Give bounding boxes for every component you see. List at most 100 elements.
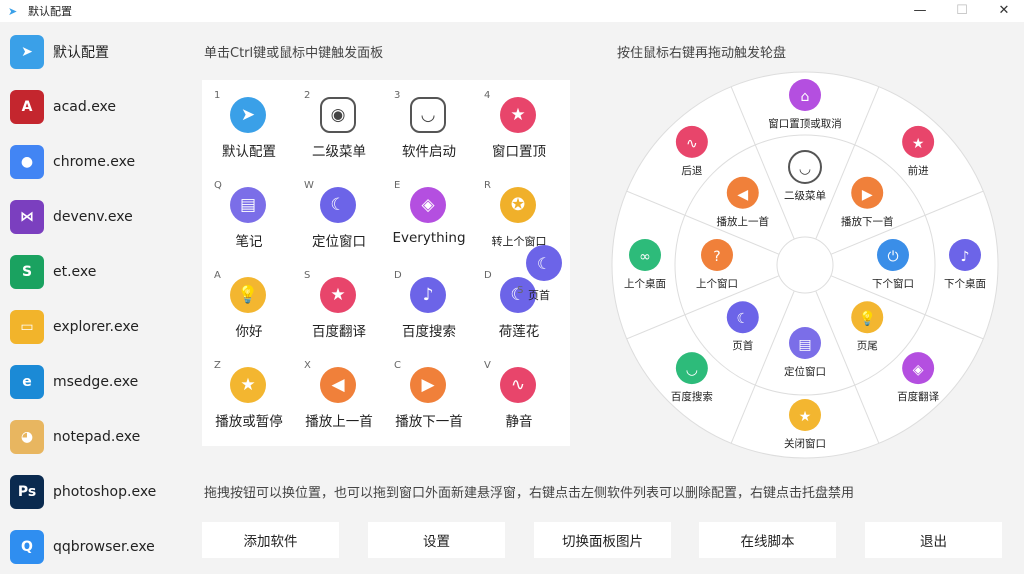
drag-ghost[interactable]: ☾ S 页首	[517, 245, 570, 305]
window-title: 默认配置	[28, 5, 72, 18]
sidebar-item[interactable]: ▭ explorer.exe	[0, 299, 175, 354]
wheel-item-label: 下个桌面	[944, 277, 986, 290]
shortcut-button[interactable]: W ☾ 定位窗口	[292, 170, 382, 260]
shortcut-panel: V ∿ 静音 C ▶ 播放下一首 X ◀ 播放上一首 Z ★ 播放或暂停 D ☾ 荷莲花…	[202, 80, 570, 446]
wheel-center	[776, 236, 834, 294]
shortcut-key: Z	[214, 360, 221, 371]
footer-hint: 拖拽按钮可以换位置，也可以拖到窗口外面新建悬浮窗，右键点击左侧软件列表可以删除配…	[204, 486, 855, 501]
shortcut-button[interactable]: D ♪ 百度搜索	[382, 260, 472, 350]
shortcut-button[interactable]: 4 ★ 窗口置顶	[472, 80, 562, 170]
shortcut-label: 播放或暂停	[215, 414, 283, 430]
close-button[interactable]: ✕	[984, 0, 1024, 22]
pin-badge-icon: ★	[500, 97, 536, 133]
shortcut-label: 定位窗口	[312, 234, 366, 250]
shortcut-label: 百度搜索	[402, 324, 456, 340]
wheel-item-label: 窗口置顶或取消	[768, 117, 842, 130]
paper-plane-icon: ➤	[230, 97, 266, 133]
power-icon-glyph: ⏻	[887, 249, 898, 265]
shortcut-button[interactable]: 2 ◉ 二级菜单	[292, 80, 382, 170]
sidebar-item[interactable]: Ps photoshop.exe	[0, 464, 175, 519]
shortcut-key: A	[214, 270, 221, 281]
shortcut-button[interactable]: S ★ 百度翻译	[292, 260, 382, 350]
drag-ghost-key: S	[517, 285, 524, 296]
moon-icon: ☾	[320, 187, 356, 223]
moon-icon: ☾	[526, 245, 562, 281]
wheel-hint: 按住鼠标右键再拖动触发轮盘	[617, 46, 787, 61]
qqbrowser-icon: Q	[10, 529, 44, 564]
shortcut-label: Everything	[392, 230, 466, 246]
wheel-item-label: 定位窗口	[784, 365, 826, 378]
link-icon-glyph: ∞	[639, 249, 651, 265]
software-list: ➤ 默认配置 Aacad.exe ● chrome.exe ⋈ devenv.exe Set.…	[0, 24, 175, 570]
shortcut-label: 软件启动	[402, 144, 456, 160]
shortcut-key: V	[484, 360, 491, 371]
shortcut-key: Q	[214, 180, 222, 191]
shortcut-button[interactable]: E ◈ Everything	[382, 170, 472, 260]
star-icon: ★	[230, 367, 266, 403]
edge-icon: e	[10, 364, 44, 399]
previous-icon: ◀	[320, 367, 356, 403]
sidebar-item[interactable]: ◕ notepad.exe	[0, 409, 175, 464]
previous-icon-glyph: ◀	[737, 187, 748, 203]
shortcut-button[interactable]: X ◀ 播放上一首	[292, 350, 382, 440]
wheel-item-label: 页尾	[857, 340, 878, 352]
shortcut-button[interactable]: 3 ◡ 软件启动	[382, 80, 472, 170]
shortcut-button[interactable]: C ▶ 播放下一首	[382, 350, 472, 440]
shortcut-button[interactable]: Z ★ 播放或暂停	[202, 350, 292, 440]
sidebar-item-label: et.exe	[53, 263, 97, 280]
sidebar-item[interactable]: ⋈ devenv.exe	[0, 189, 175, 244]
question-icon-glyph: ?	[713, 249, 720, 265]
shortcut-label: 播放下一首	[395, 414, 463, 430]
shortcut-key: W	[304, 180, 314, 191]
app-icon: ➤	[8, 4, 18, 18]
sidebar-item[interactable]: e msedge.exe	[0, 354, 175, 409]
sidebar-item-label: photoshop.exe	[53, 483, 157, 500]
shortcut-label: 默认配置	[222, 144, 276, 160]
panel-hint: 单击Ctrl键或鼠标中键触发面板	[204, 46, 384, 61]
drag-ghost-label: 页首	[528, 289, 550, 302]
sidebar-item[interactable]: ➤ 默认配置	[0, 24, 175, 79]
chrome-icon: ●	[10, 144, 44, 179]
footer-button[interactable]: 在线脚本	[699, 522, 836, 558]
autocad-icon: A	[10, 89, 44, 124]
shortcut-button[interactable]: 1 ➤ 默认配置	[202, 80, 292, 170]
sidebar-item[interactable]: Set.exe	[0, 244, 175, 299]
wheel-item-label: 上个窗口	[696, 277, 738, 290]
cat-face-icon: ◡	[410, 97, 446, 133]
wheel-item-label: 播放上一首	[717, 215, 770, 228]
cat-face-icon-glyph: ◡	[799, 161, 811, 177]
shortcut-key: 3	[394, 90, 401, 101]
photoshop-icon: Ps	[10, 474, 44, 509]
owl-face-icon: ◉	[320, 97, 356, 133]
wheel-item-label: 前进	[908, 164, 929, 177]
wheel-item-label: 播放下一首	[841, 215, 894, 228]
footer-button[interactable]: 退出	[865, 522, 1002, 558]
sidebar-item-label: msedge.exe	[53, 373, 139, 390]
shortcut-label: 静音	[505, 414, 533, 430]
footer-button[interactable]: 设置	[368, 522, 505, 558]
shortcut-label: 百度翻译	[312, 324, 366, 340]
shortcut-key: R	[484, 180, 491, 191]
shortcut-key: D	[484, 270, 492, 281]
star-icon-glyph: ★	[799, 409, 812, 425]
wheel-item-label: 后退	[681, 165, 702, 177]
shortcut-label: 播放上一首	[305, 414, 373, 430]
maximize-button[interactable]: ☐	[942, 0, 982, 22]
minimize-button[interactable]: —	[900, 0, 940, 22]
shortcut-label: 笔记	[235, 234, 263, 250]
sidebar-item[interactable]: Aacad.exe	[0, 79, 175, 134]
shortcut-button[interactable]: V ∿ 静音	[472, 350, 562, 440]
sidebar-item[interactable]: Qqqbrowser.exe	[0, 519, 175, 574]
pin-badge-icon-glyph: ★	[912, 136, 925, 152]
sidebar-item[interactable]: ● chrome.exe	[0, 134, 175, 189]
shortcut-label: 窗口置顶	[492, 144, 546, 160]
bulb-icon: 💡	[230, 277, 266, 313]
footer-button[interactable]: 添加软件	[202, 522, 339, 558]
shortcut-button[interactable]: Q ▤ 笔记	[202, 170, 292, 260]
footer-button[interactable]: 切换面板图片	[534, 522, 671, 558]
wheel-item-label: 关闭窗口	[784, 437, 826, 450]
shortcut-button[interactable]: A 💡 你好	[202, 260, 292, 350]
folder-star-icon: ✪	[500, 187, 536, 223]
eraser-icon: ◈	[410, 187, 446, 223]
music-icon-glyph: ♪	[961, 249, 970, 265]
